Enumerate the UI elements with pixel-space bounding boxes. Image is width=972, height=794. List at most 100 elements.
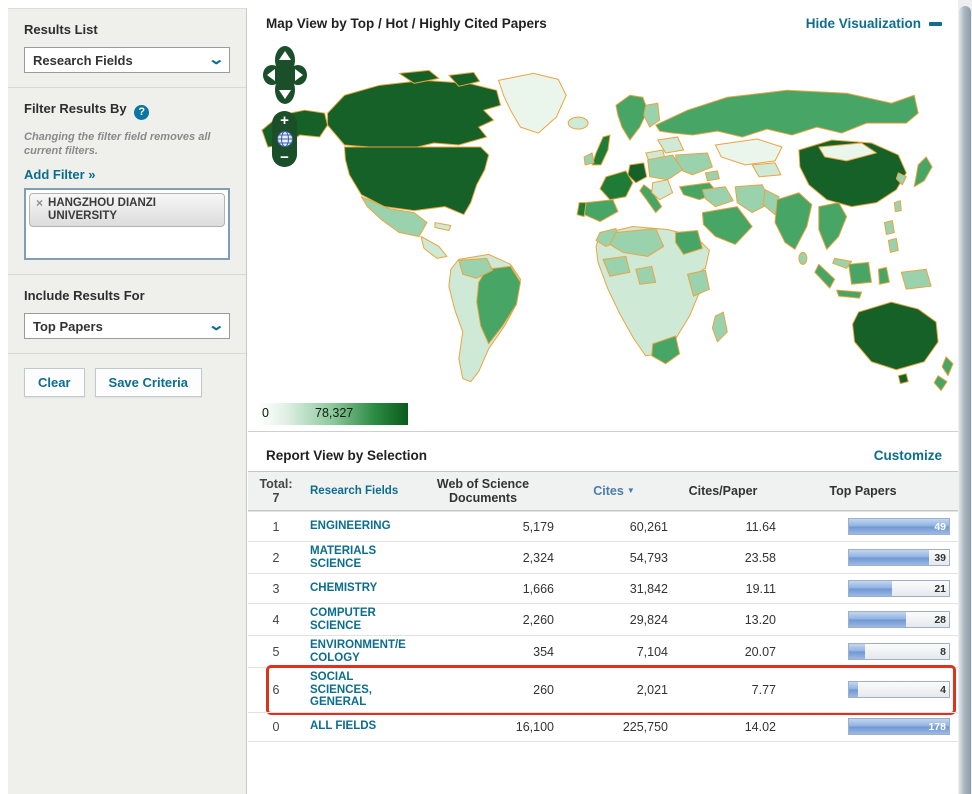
table-row[interactable]: 5 ENVIRONMENT/ECOLOGY 354 7,104 20.07 8 <box>248 635 958 667</box>
docs-value: 2,260 <box>408 613 558 627</box>
remove-filter-icon[interactable]: × <box>36 197 43 210</box>
zoom-in-icon[interactable]: + <box>280 114 289 127</box>
field-link[interactable]: MATERIALS SCIENCE <box>304 545 408 570</box>
map-controls: + − <box>262 45 308 109</box>
cites-value: 225,750 <box>558 720 670 734</box>
rank: 0 <box>248 720 304 734</box>
world-map[interactable] <box>250 65 956 399</box>
report-table: Total: 7 Research Fields Web of Science … <box>248 471 958 742</box>
col-cites-per-paper: Cites/Paper <box>670 484 776 498</box>
results-list-title: Results List <box>24 22 230 37</box>
cites-value: 7,104 <box>558 645 670 659</box>
cites-per-paper-value: 7.77 <box>670 683 776 697</box>
table-row[interactable]: 1 ENGINEERING 5,179 60,261 11.64 49 <box>248 511 958 541</box>
top-papers-bar: 178 <box>848 718 950 735</box>
top-papers-value: 49 <box>934 521 946 533</box>
map-legend: 0 78,327 <box>258 403 408 425</box>
filter-title: Filter Results By <box>24 101 127 116</box>
field-link[interactable]: ALL FIELDS <box>304 720 408 733</box>
field-link[interactable]: ENVIRONMENT/ECOLOGY <box>304 639 408 664</box>
rank: 2 <box>248 551 304 565</box>
docs-value: 1,666 <box>408 582 558 596</box>
docs-value: 260 <box>408 683 558 697</box>
vertical-scrollbar[interactable] <box>958 0 972 794</box>
map-pan-control[interactable] <box>262 45 308 109</box>
clear-button[interactable]: Clear <box>24 368 85 397</box>
chevron-down-icon: ⌄ <box>208 55 226 65</box>
top-papers-value: 8 <box>940 646 946 658</box>
field-link[interactable]: COMPUTER SCIENCE <box>304 607 408 632</box>
include-results-select[interactable]: Top Papers ⌄ <box>24 313 230 339</box>
top-papers-bar: 8 <box>848 643 950 660</box>
filter-list: × HANGZHOU DIANZI UNIVERSITY <box>24 188 230 260</box>
results-list-select[interactable]: Research Fields ⌄ <box>24 47 230 73</box>
cites-value: 54,793 <box>558 551 670 565</box>
filter-tag-label: HANGZHOU DIANZI UNIVERSITY <box>48 197 218 223</box>
add-filter-link[interactable]: Add Filter » <box>24 167 96 182</box>
map-panel-title: Map View by Top / Hot / Highly Cited Pap… <box>266 16 547 31</box>
cites-value: 2,021 <box>558 683 670 697</box>
filter-section: Filter Results By ? Changing the filter … <box>8 88 246 275</box>
rank: 6 <box>248 683 304 697</box>
help-icon[interactable]: ? <box>134 105 149 120</box>
results-list-select-value: Research Fields <box>33 53 133 68</box>
field-link[interactable]: ENGINEERING <box>304 520 408 533</box>
table-row[interactable]: 3 CHEMISTRY 1,666 31,842 19.11 21 <box>248 573 958 603</box>
field-link[interactable]: SOCIAL SCIENCES, GENERAL <box>304 671 408 709</box>
cites-value: 31,842 <box>558 582 670 596</box>
results-list-section: Results List Research Fields ⌄ <box>8 9 246 88</box>
cites-value: 29,824 <box>558 613 670 627</box>
top-papers-bar: 28 <box>848 611 950 628</box>
top-papers-bar: 49 <box>848 518 950 535</box>
top-papers-value: 39 <box>934 552 946 564</box>
report-panel: Report View by Selection Customize Total… <box>248 432 958 746</box>
table-header-row: Total: 7 Research Fields Web of Science … <box>248 471 958 511</box>
table-row[interactable]: 4 COMPUTER SCIENCE 2,260 29,824 13.20 28 <box>248 603 958 635</box>
table-row[interactable]: 0 ALL FIELDS 16,100 225,750 14.02 178 <box>248 712 958 742</box>
table-row-highlighted[interactable]: 6 SOCIAL SCIENCES, GENERAL 260 2,021 7.7… <box>248 667 958 712</box>
cites-per-paper-value: 20.07 <box>670 645 776 659</box>
col-cites-sort[interactable]: Cites <box>593 484 624 498</box>
include-results-title: Include Results For <box>24 288 230 303</box>
col-total-count: 7 <box>248 491 304 505</box>
rank: 4 <box>248 613 304 627</box>
customize-link[interactable]: Customize <box>874 448 942 463</box>
docs-value: 354 <box>408 645 558 659</box>
top-papers-value: 4 <box>940 684 946 696</box>
docs-value: 5,179 <box>408 520 558 534</box>
table-row[interactable]: 2 MATERIALS SCIENCE 2,324 54,793 23.58 3… <box>248 541 958 573</box>
filter-tag[interactable]: × HANGZHOU DIANZI UNIVERSITY <box>29 193 225 227</box>
globe-icon[interactable] <box>276 130 294 148</box>
cites-per-paper-value: 23.58 <box>670 551 776 565</box>
rank: 5 <box>248 645 304 659</box>
include-results-select-value: Top Papers <box>33 319 103 334</box>
map-zoom-control[interactable]: + − <box>272 111 297 167</box>
top-papers-bar: 39 <box>848 549 950 566</box>
include-results-section: Include Results For Top Papers ⌄ <box>8 275 246 354</box>
report-panel-title: Report View by Selection <box>266 448 427 463</box>
sort-desc-icon[interactable]: ▼ <box>627 486 635 495</box>
field-link[interactable]: CHEMISTRY <box>304 582 408 595</box>
rank: 3 <box>248 582 304 596</box>
cites-value: 60,261 <box>558 520 670 534</box>
col-total: Total: <box>248 477 304 491</box>
rank: 1 <box>248 520 304 534</box>
map-area: + − 0 78,327 <box>248 39 958 431</box>
legend-max: 78,327 <box>315 406 353 420</box>
filter-note: Changing the filter field removes all cu… <box>24 130 230 159</box>
top-papers-value: 21 <box>934 583 946 595</box>
sidebar-actions: Clear Save Criteria <box>8 354 246 411</box>
cites-per-paper-value: 19.11 <box>670 582 776 596</box>
hide-visualization-link[interactable]: Hide Visualization <box>806 16 942 31</box>
cites-per-paper-value: 11.64 <box>670 520 776 534</box>
top-papers-bar: 21 <box>848 580 950 597</box>
scrollbar-thumb[interactable] <box>959 6 971 794</box>
main-content: Map View by Top / Hot / Highly Cited Pap… <box>248 0 958 794</box>
col-top-papers: Top Papers <box>776 484 958 498</box>
save-criteria-button[interactable]: Save Criteria <box>95 368 203 397</box>
top-papers-bar: 4 <box>848 681 950 698</box>
col-wos-documents: Web of Science Documents <box>408 477 558 505</box>
cites-per-paper-value: 13.20 <box>670 613 776 627</box>
docs-value: 2,324 <box>408 551 558 565</box>
zoom-out-icon[interactable]: − <box>280 151 289 164</box>
